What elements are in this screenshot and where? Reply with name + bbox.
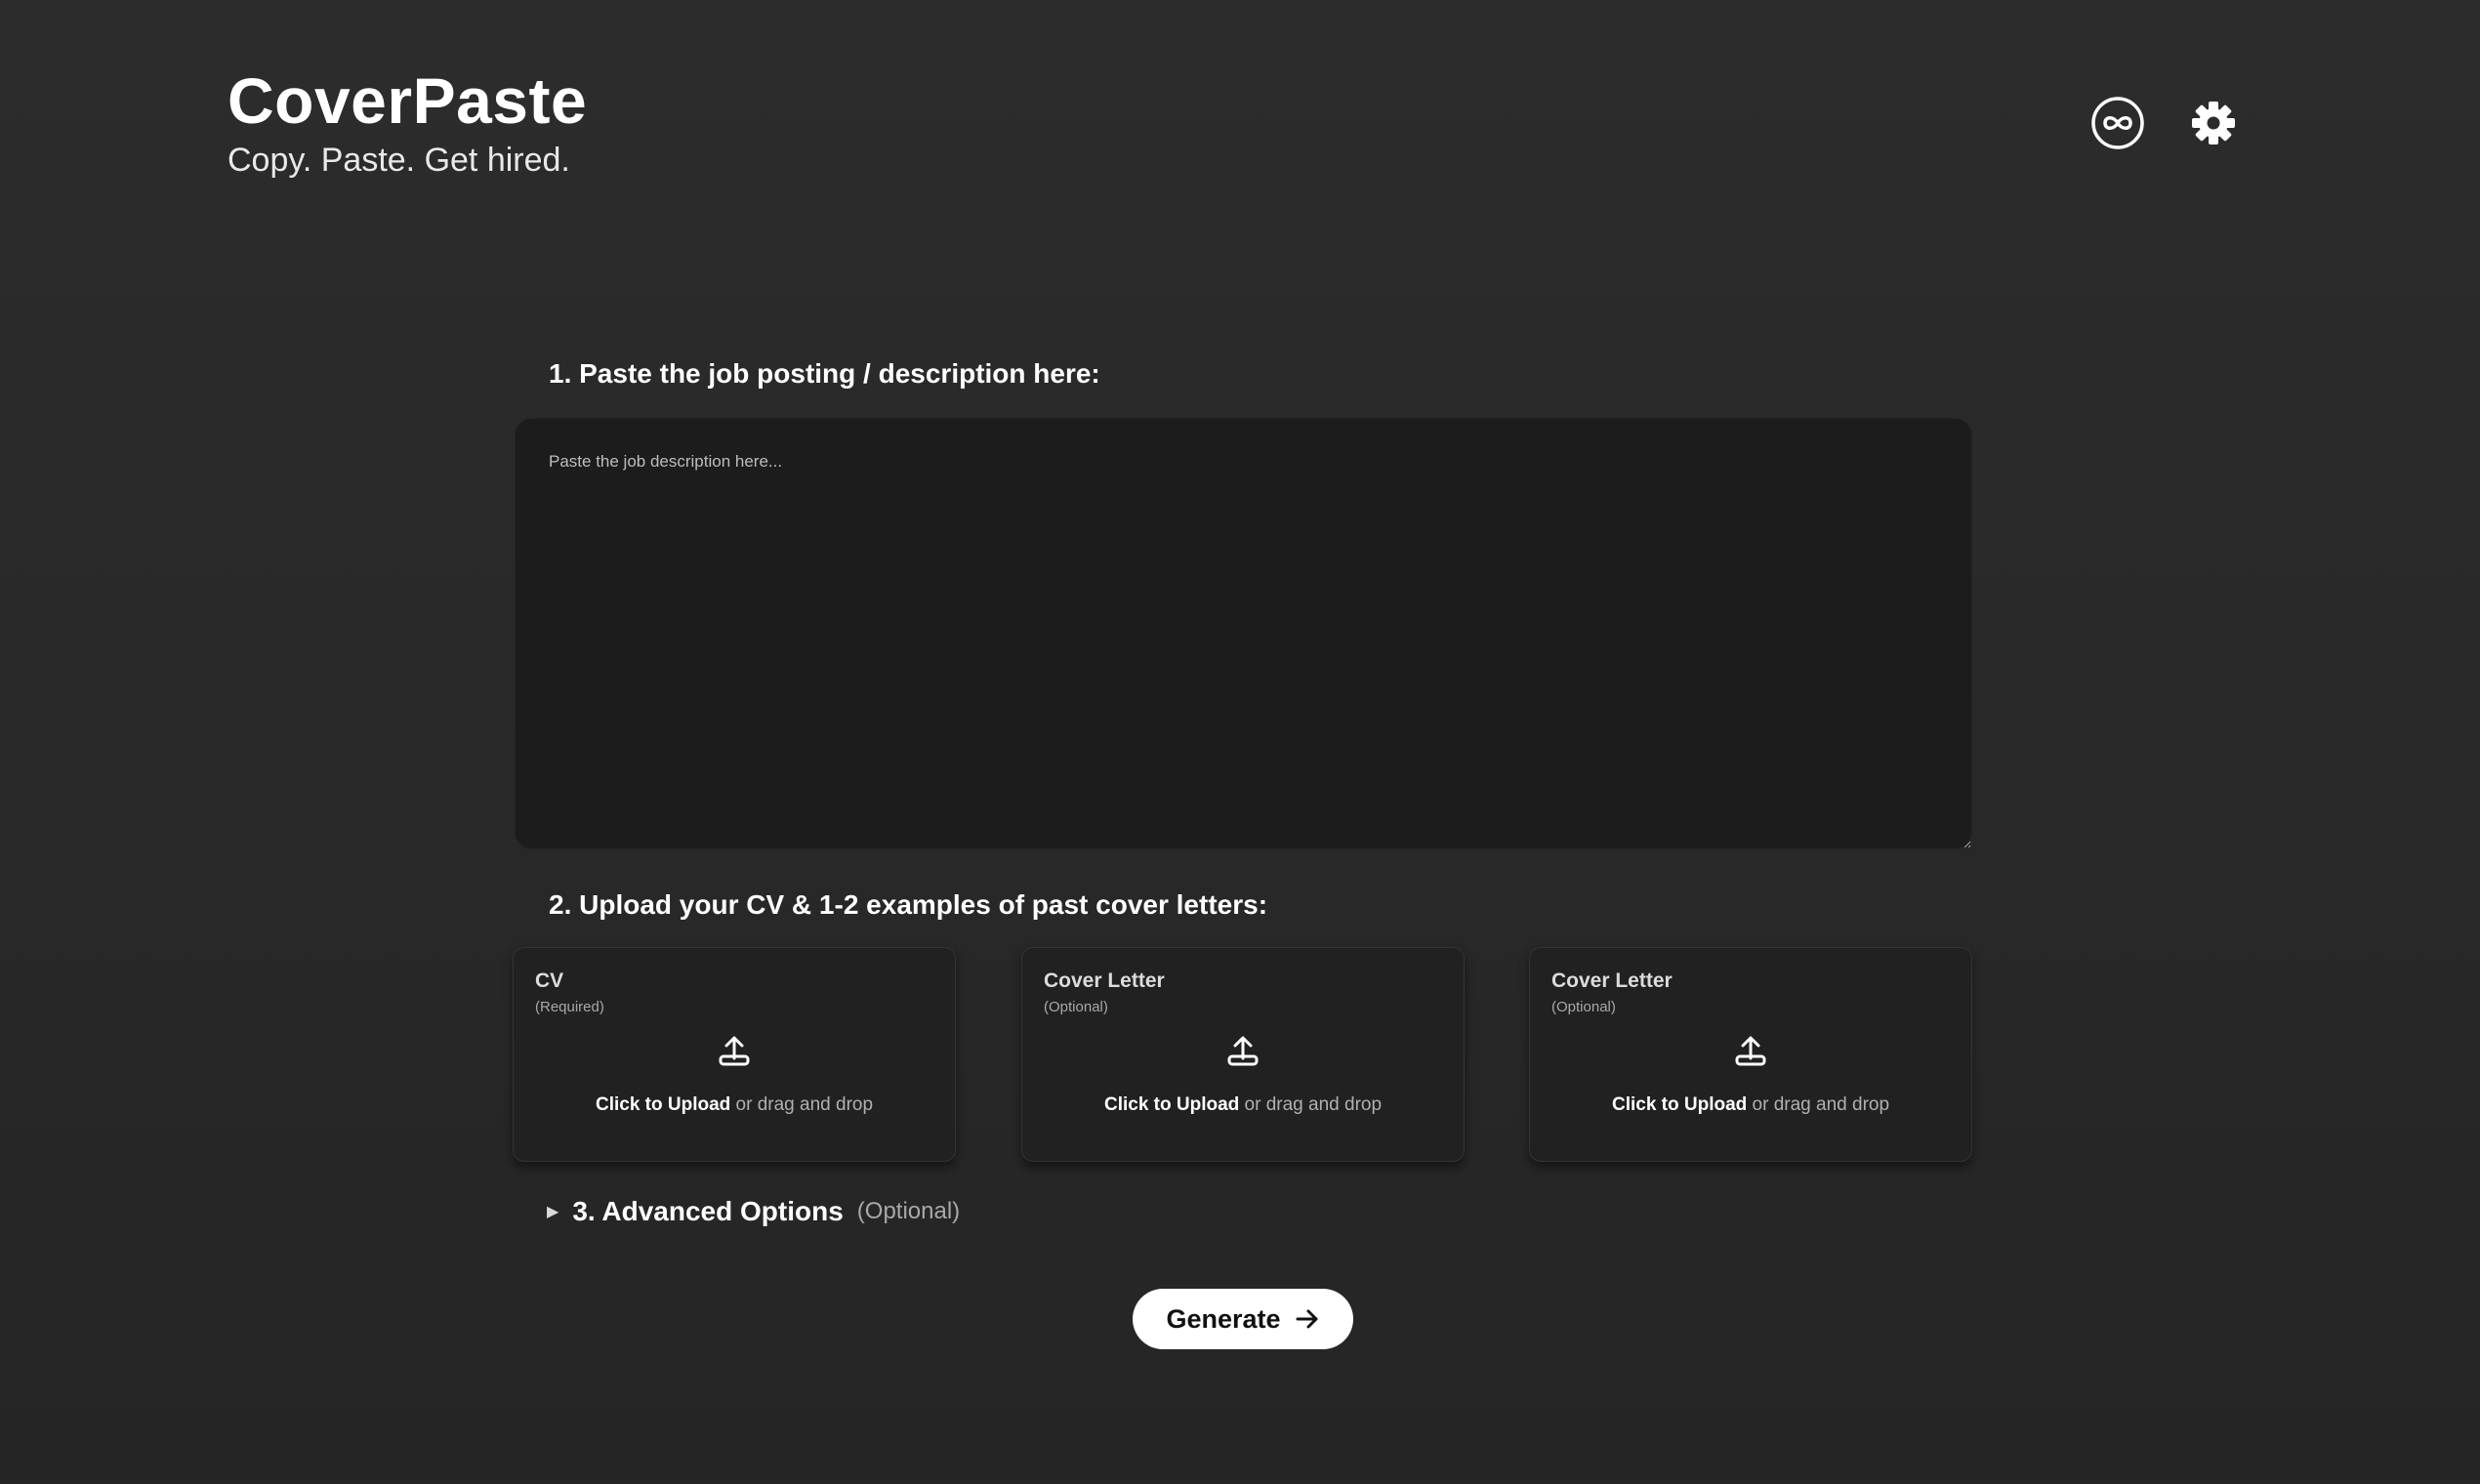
app-tagline: Copy. Paste. Get hired. xyxy=(227,142,570,179)
cv-upload-card[interactable]: CV (Required) Click to Upload or drag an… xyxy=(513,947,956,1162)
click-to-upload-link[interactable]: Click to Upload xyxy=(1612,1094,1747,1115)
gear-icon xyxy=(2192,102,2235,144)
header-actions xyxy=(2089,95,2242,151)
card-subtitle: (Optional) xyxy=(1551,999,1616,1015)
upload-icon xyxy=(719,1036,750,1066)
upload-instructions: Click to Upload or drag and drop xyxy=(1530,1094,1971,1116)
card-subtitle: (Optional) xyxy=(1044,999,1108,1015)
drag-drop-text: or drag and drop xyxy=(1747,1094,1890,1115)
card-title: Cover Letter xyxy=(1044,969,1165,992)
infinity-button[interactable] xyxy=(2089,95,2146,151)
infinity-icon xyxy=(2091,97,2144,149)
click-to-upload-link[interactable]: Click to Upload xyxy=(596,1094,730,1115)
card-title: CV xyxy=(535,969,564,992)
arrow-right-icon xyxy=(1296,1309,1318,1329)
click-to-upload-link[interactable]: Click to Upload xyxy=(1104,1094,1239,1115)
advanced-optional-tag: (Optional) xyxy=(856,1198,961,1224)
disclosure-triangle-icon: ▶ xyxy=(547,1204,559,1220)
upload-instructions: Click to Upload or drag and drop xyxy=(1022,1094,1464,1116)
job-description-input[interactable] xyxy=(515,418,1972,849)
advanced-options-toggle[interactable]: ▶ 3. Advanced Options (Optional) xyxy=(547,1196,960,1227)
generate-button[interactable]: Generate xyxy=(1133,1289,1353,1349)
brand: CoverPaste Copy. Paste. Get hired. xyxy=(227,68,587,179)
advanced-options-label: 3. Advanced Options xyxy=(572,1196,844,1226)
step1-label: 1. Paste the job posting / description h… xyxy=(549,358,1100,389)
drag-drop-text: or drag and drop xyxy=(730,1094,874,1115)
step2-label: 2. Upload your CV & 1-2 examples of past… xyxy=(549,889,1268,920)
generate-label: Generate xyxy=(1166,1303,1281,1334)
settings-button[interactable] xyxy=(2185,95,2242,151)
card-title: Cover Letter xyxy=(1551,969,1673,992)
card-subtitle: (Required) xyxy=(535,999,604,1015)
cover-letter-upload-card-1[interactable]: Cover Letter (Optional) Click to Upload … xyxy=(1021,947,1465,1162)
cover-letter-upload-card-2[interactable]: Cover Letter (Optional) Click to Upload … xyxy=(1529,947,1972,1162)
drag-drop-text: or drag and drop xyxy=(1239,1094,1383,1115)
upload-icon xyxy=(1735,1036,1766,1066)
upload-instructions: Click to Upload or drag and drop xyxy=(514,1094,955,1116)
upload-icon xyxy=(1227,1036,1259,1066)
app-title: CoverPaste xyxy=(227,64,588,137)
